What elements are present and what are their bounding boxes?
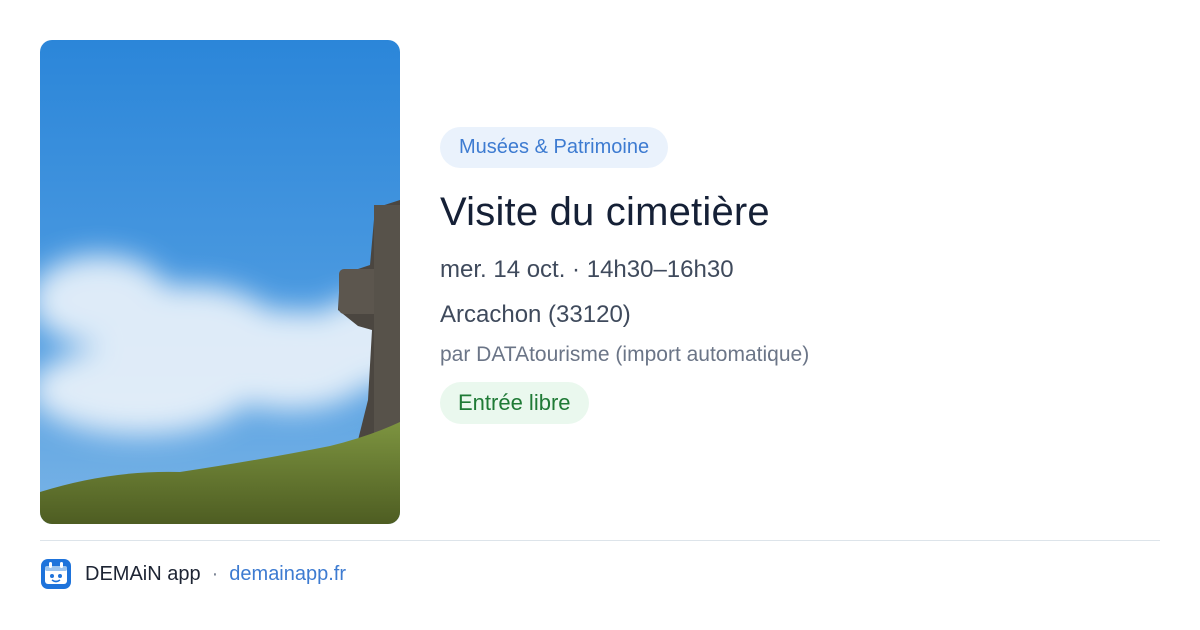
brand-name: DEMAiN app <box>85 562 201 585</box>
footer: DEMAiN app · demainapp.fr <box>40 558 346 590</box>
divider <box>40 540 1160 541</box>
website-link[interactable]: demainapp.fr <box>229 563 346 586</box>
event-datetime: mer. 14 oct. · 14h30–16h30 <box>440 256 734 283</box>
footer-separator: · <box>211 562 219 585</box>
event-info: Musées & Patrimoine Visite du cimetière … <box>440 127 1160 424</box>
price-badge: Entrée libre <box>440 382 589 424</box>
event-location: Arcachon (33120) <box>440 301 631 328</box>
category-badge[interactable]: Musées & Patrimoine <box>440 127 669 168</box>
event-organizer: par DATAtourisme (import automatique) <box>440 343 810 366</box>
event-title: Visite du cimetière <box>440 190 770 234</box>
demain-app-logo-icon <box>40 558 72 590</box>
event-photo <box>40 40 400 524</box>
